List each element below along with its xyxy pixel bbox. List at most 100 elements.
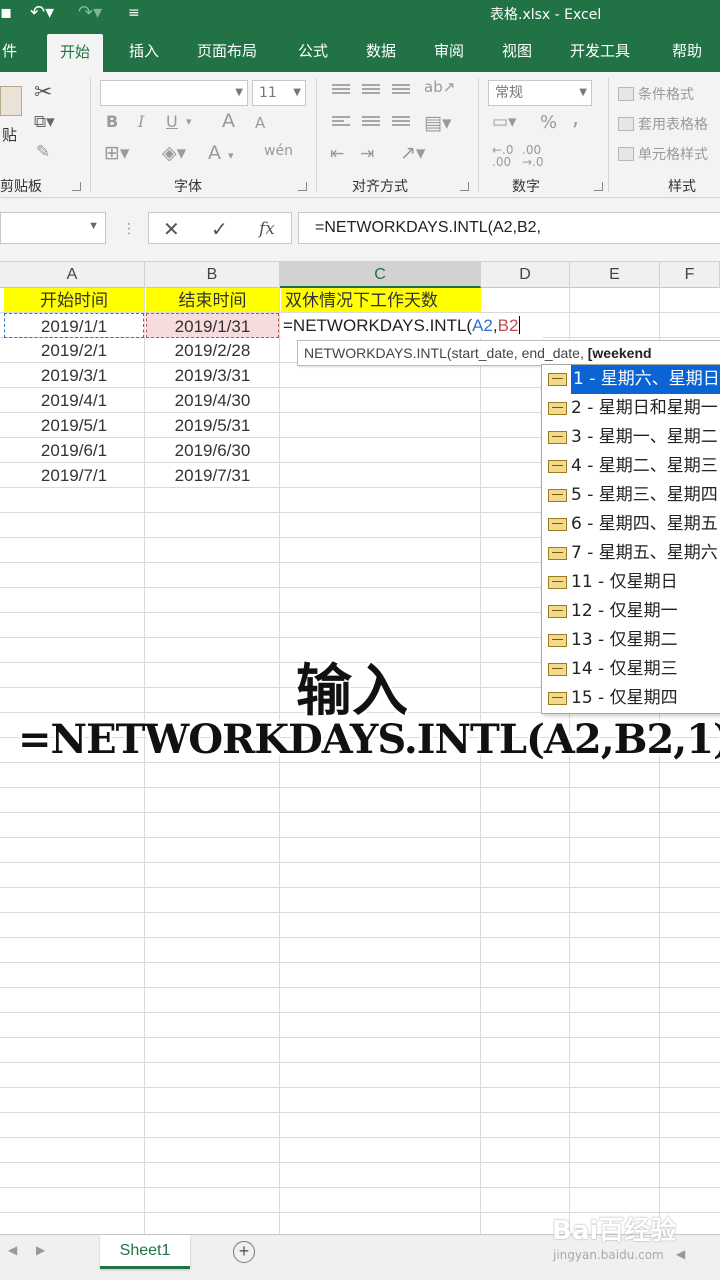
paste-icon[interactable] <box>0 86 22 116</box>
autocomplete-item[interactable]: 13 - 仅星期二 <box>542 626 720 655</box>
sheet-tab-sheet1[interactable]: Sheet1 <box>100 1235 190 1269</box>
column-header-a[interactable]: A <box>0 262 145 288</box>
align-left-icon[interactable] <box>332 116 350 130</box>
plus-circle-icon[interactable]: + <box>233 1241 255 1263</box>
copy-icon[interactable]: ⧉▾ <box>34 114 55 131</box>
border-icon[interactable]: ⊞▾ <box>104 144 129 163</box>
percent-icon[interactable]: % <box>540 114 557 132</box>
insert-function-icon[interactable]: fx <box>259 219 275 239</box>
accounting-format-icon[interactable]: ▭▾ <box>492 114 517 131</box>
cell-a8[interactable]: 2019/7/1 <box>4 463 144 488</box>
cell-styles-button[interactable]: 单元格样式 <box>618 144 708 164</box>
scroll-left-icon[interactable]: ◀ <box>8 1243 17 1257</box>
align-top-icon[interactable] <box>332 84 350 98</box>
format-painter-icon[interactable]: ✎ <box>36 144 50 161</box>
conditional-formatting-button[interactable]: 条件格式 <box>618 84 694 104</box>
autocomplete-item[interactable]: 2 - 星期日和星期一 <box>542 394 720 423</box>
tab-formulas[interactable]: 公式 <box>298 30 328 72</box>
name-box[interactable]: ▼ <box>0 212 106 244</box>
number-format-combo[interactable]: 常规 ▼ <box>488 80 592 106</box>
orientation-icon[interactable]: ↗▾ <box>400 144 425 163</box>
drag-handle-icon[interactable]: ⋮ <box>122 220 136 237</box>
bold-icon[interactable]: B <box>106 114 118 130</box>
hscroll-left-icon[interactable]: ◀ <box>676 1247 685 1261</box>
font-size-combo[interactable]: 11 ▼ <box>252 80 306 106</box>
tab-file[interactable]: 件 <box>2 30 17 72</box>
autocomplete-item[interactable]: 6 - 星期四、星期五 <box>542 510 720 539</box>
text-direction-icon[interactable]: ab↗ <box>424 80 455 95</box>
customize-icon[interactable]: ≡ <box>128 5 140 21</box>
cell-b6[interactable]: 2019/5/31 <box>146 413 279 438</box>
align-right-icon[interactable] <box>392 116 410 130</box>
autocomplete-item[interactable]: 15 - 仅星期四 <box>542 684 720 713</box>
redo-icon[interactable]: ↷▾ <box>78 2 102 23</box>
autocomplete-item[interactable]: 5 - 星期三、星期四 <box>542 481 720 510</box>
font-color-icon[interactable]: A <box>208 144 221 163</box>
comma-style-icon[interactable]: , <box>572 108 579 130</box>
cell-a6[interactable]: 2019/5/1 <box>4 413 144 438</box>
tab-insert[interactable]: 插入 <box>129 30 159 72</box>
tab-review[interactable]: 审阅 <box>434 30 464 72</box>
italic-icon[interactable]: I <box>138 114 144 130</box>
wrap-text-icon[interactable]: ▤▾ <box>424 114 452 133</box>
clipboard-launcher-icon[interactable] <box>72 182 81 191</box>
tab-help[interactable]: 帮助 <box>672 30 702 72</box>
cell-b2[interactable]: 2019/1/31 <box>146 313 279 338</box>
font-launcher-icon[interactable] <box>298 182 307 191</box>
tab-developer[interactable]: 开发工具 <box>570 30 630 72</box>
paste-label[interactable]: 贴 <box>2 128 17 143</box>
autocomplete-item[interactable]: 1 - 星期六、星期日 <box>542 365 720 394</box>
autocomplete-item[interactable]: 3 - 星期一、星期二 <box>542 423 720 452</box>
fill-color-icon[interactable]: ◈▾ <box>162 144 186 163</box>
font-name-combo[interactable]: ▼ <box>100 80 248 106</box>
cell-b5[interactable]: 2019/4/30 <box>146 388 279 413</box>
cell-a3[interactable]: 2019/2/1 <box>4 338 144 363</box>
autocomplete-item[interactable]: 12 - 仅星期一 <box>542 597 720 626</box>
column-header-b[interactable]: B <box>145 262 280 288</box>
cell-b7[interactable]: 2019/6/30 <box>146 438 279 463</box>
tab-page-layout[interactable]: 页面布局 <box>197 30 257 72</box>
weekend-autocomplete-list[interactable]: 1 - 星期六、星期日 2 - 星期日和星期一 3 - 星期一、星期二 4 - … <box>541 364 720 714</box>
cell-b4[interactable]: 2019/3/31 <box>146 363 279 388</box>
cut-icon[interactable]: ✂ <box>34 82 52 104</box>
autocomplete-item[interactable]: 7 - 星期五、星期六 <box>542 539 720 568</box>
enter-icon[interactable]: ✓ <box>211 217 228 241</box>
undo-icon[interactable]: ↶▾ <box>30 2 54 23</box>
tab-view[interactable]: 视图 <box>502 30 532 72</box>
cell-b8[interactable]: 2019/7/31 <box>146 463 279 488</box>
increase-decimal-icon[interactable]: ←.0.00 <box>492 144 514 168</box>
save-icon[interactable]: ▪ <box>0 2 12 23</box>
alignment-launcher-icon[interactable] <box>460 182 469 191</box>
tab-home[interactable]: 开始 <box>47 34 104 72</box>
cell-a5[interactable]: 2019/4/1 <box>4 388 144 413</box>
grow-font-icon[interactable]: A <box>222 112 235 131</box>
phonetic-icon[interactable]: wén <box>264 144 293 158</box>
scroll-right-icon[interactable]: ▶ <box>36 1243 45 1257</box>
align-bottom-icon[interactable] <box>392 84 410 98</box>
cell-b1[interactable]: 结束时间 <box>146 288 279 312</box>
column-header-f[interactable]: F <box>660 262 720 288</box>
cell-a2[interactable]: 2019/1/1 <box>4 313 144 338</box>
cell-c2-editor[interactable]: =NETWORKDAYS.INTL(A2,B2 <box>281 313 543 338</box>
decrease-decimal-icon[interactable]: .00 →.0 <box>522 144 544 168</box>
cell-b3[interactable]: 2019/2/28 <box>146 338 279 363</box>
autocomplete-item[interactable]: 11 - 仅星期日 <box>542 568 720 597</box>
underline-icon[interactable]: U <box>166 114 178 130</box>
shrink-font-icon[interactable]: A <box>255 116 265 131</box>
cell-a1[interactable]: 开始时间 <box>4 288 144 312</box>
formula-input[interactable]: =NETWORKDAYS.INTL(A2,B2, <box>298 212 720 244</box>
underline-dropdown-icon[interactable]: ▾ <box>186 116 192 127</box>
column-header-d[interactable]: D <box>481 262 570 288</box>
format-as-table-button[interactable]: 套用表格格 <box>618 114 708 134</box>
cancel-icon[interactable]: ✕ <box>163 217 180 241</box>
align-center-icon[interactable] <box>362 116 380 130</box>
decrease-indent-icon[interactable]: ⇤ <box>330 146 344 163</box>
cell-c1[interactable]: 双休情况下工作天数 <box>281 288 481 312</box>
column-header-c[interactable]: C <box>280 262 481 288</box>
font-color-dropdown-icon[interactable]: ▾ <box>228 150 234 161</box>
autocomplete-item[interactable]: 4 - 星期二、星期三 <box>542 452 720 481</box>
tab-data[interactable]: 数据 <box>366 30 396 72</box>
column-header-e[interactable]: E <box>570 262 660 288</box>
number-launcher-icon[interactable] <box>594 182 603 191</box>
align-middle-icon[interactable] <box>362 84 380 98</box>
